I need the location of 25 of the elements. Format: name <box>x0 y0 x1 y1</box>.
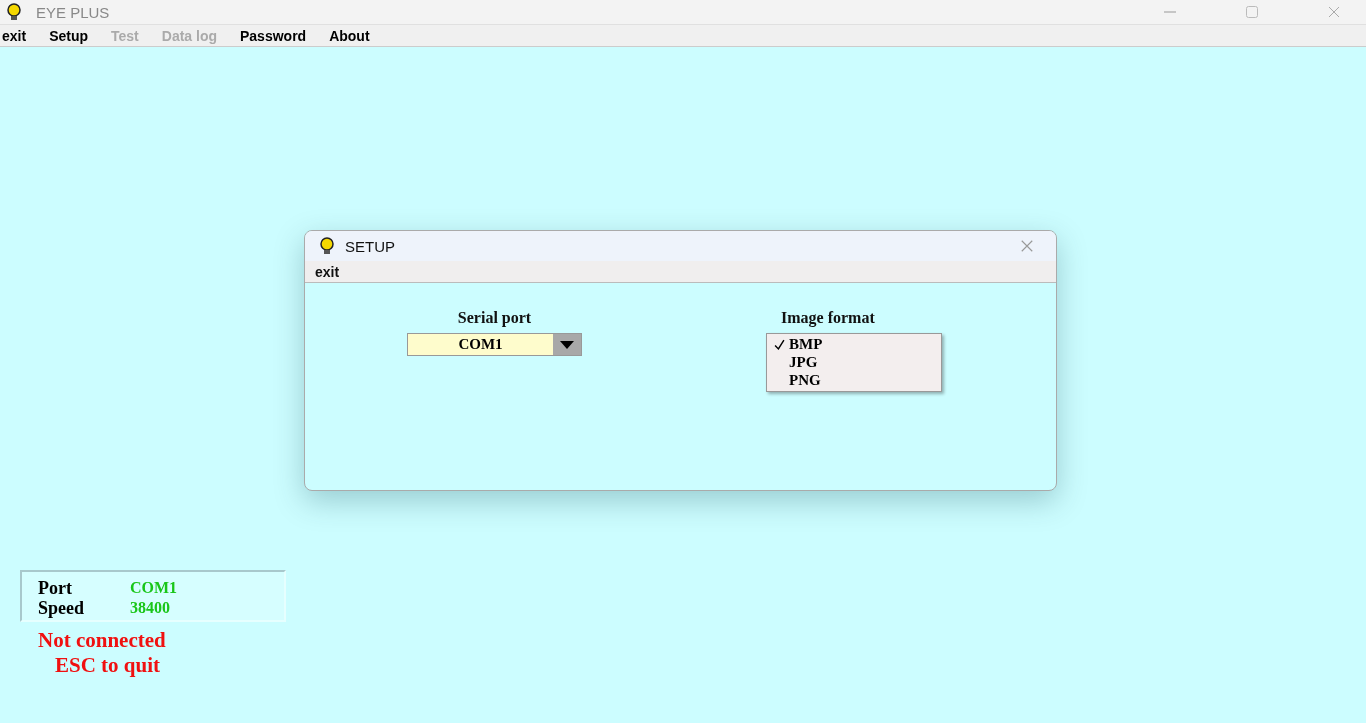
list-option[interactable]: PNG <box>767 371 941 389</box>
quit-hint: ESC to quit <box>55 653 161 678</box>
image-format-label: Image format <box>781 309 875 327</box>
close-icon[interactable] <box>1326 4 1342 20</box>
menu-item[interactable]: exit <box>315 263 340 280</box>
connection-status: Not connected <box>38 628 166 653</box>
menu-item[interactable]: Password <box>240 27 307 44</box>
caret-icon <box>560 340 574 349</box>
list-option[interactable]: JPG <box>767 353 941 371</box>
port-value: COM1 <box>130 579 178 597</box>
speed-value: 38400 <box>130 599 170 617</box>
menu-item[interactable]: About <box>329 27 370 44</box>
maximize-icon[interactable] <box>1244 4 1260 20</box>
lightbulb-icon <box>6 3 22 21</box>
serial-port-label: Serial port <box>457 309 532 327</box>
serial-port-dropdown[interactable]: COM1 <box>407 333 582 356</box>
menu-item[interactable]: Setup <box>49 27 88 44</box>
menu-item[interactable]: exit <box>2 27 27 44</box>
list-option[interactable]: BMP <box>767 335 941 353</box>
window-title: EYE PLUS <box>36 3 110 21</box>
dialog-title: SETUP <box>345 237 395 255</box>
lightbulb-icon <box>319 237 335 255</box>
port-label: Port <box>38 577 73 599</box>
close-icon[interactable] <box>1020 239 1034 253</box>
speed-label: Speed <box>38 597 85 619</box>
